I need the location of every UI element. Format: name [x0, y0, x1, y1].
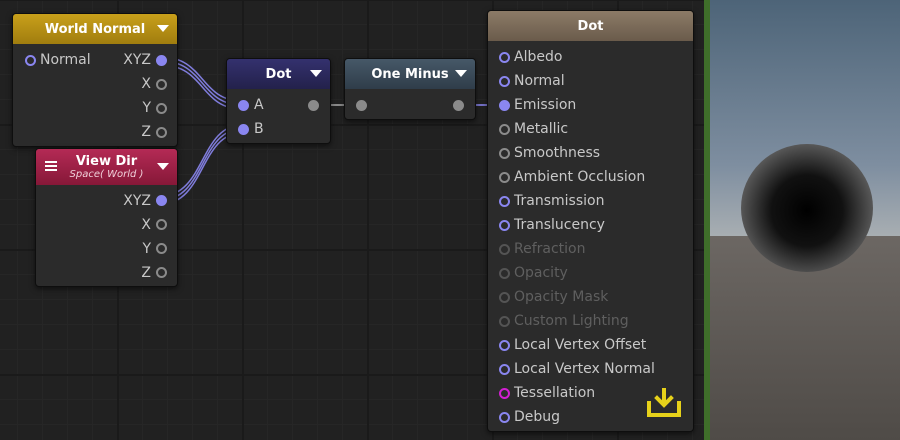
- input-port-b[interactable]: [238, 124, 249, 135]
- output-port-result[interactable]: [308, 100, 319, 111]
- input-label-smoothness: Smoothness: [514, 145, 601, 161]
- output-port-y[interactable]: [156, 243, 167, 254]
- output-port-xyz[interactable]: [156, 195, 167, 206]
- output-label-xyz: XYZ: [123, 52, 151, 68]
- input-port-albedo[interactable]: [499, 52, 510, 63]
- master-node-icon[interactable]: [646, 387, 682, 419]
- input-port-normal[interactable]: [25, 55, 36, 66]
- input-port-emission[interactable]: [499, 100, 510, 111]
- input-port-transmission[interactable]: [499, 196, 510, 207]
- input-label-a: A: [254, 97, 264, 113]
- output-port-z[interactable]: [156, 127, 167, 138]
- output-label-y: Y: [142, 100, 151, 116]
- node-title: View Dir: [75, 153, 138, 169]
- input-port-local-vertex-normal[interactable]: [499, 364, 510, 375]
- output-port-xyz[interactable]: [156, 55, 167, 66]
- input-label-normal: Normal: [514, 73, 565, 89]
- input-label-b: B: [254, 121, 264, 137]
- input-port-metallic[interactable]: [499, 124, 510, 135]
- input-port-smoothness[interactable]: [499, 148, 510, 159]
- node-dot[interactable]: Dot A B: [226, 58, 331, 144]
- input-port-tessellation[interactable]: [499, 388, 510, 399]
- input-port-opacity-mask[interactable]: [499, 292, 510, 303]
- input-label-normal: Normal: [40, 52, 91, 68]
- output-label-x: X: [141, 217, 151, 233]
- input-port-ambient-occlusion[interactable]: [499, 172, 510, 183]
- output-label-xyz: XYZ: [123, 193, 151, 209]
- input-label-refraction: Refraction: [514, 241, 586, 257]
- input-port[interactable]: [356, 100, 367, 111]
- input-port-opacity[interactable]: [499, 268, 510, 279]
- input-port-normal[interactable]: [499, 76, 510, 87]
- output-label-x: X: [141, 76, 151, 92]
- node-title: One Minus: [371, 66, 449, 82]
- node-title: Dot: [577, 18, 604, 34]
- preview-sphere[interactable]: [741, 144, 873, 272]
- input-label-debug: Debug: [514, 409, 561, 425]
- node-world-normal[interactable]: World Normal Normal XYZ X Y Z: [12, 13, 178, 147]
- input-port-custom-lighting[interactable]: [499, 316, 510, 327]
- input-label-ambient-occlusion: Ambient Occlusion: [514, 169, 646, 185]
- node-one-minus[interactable]: One Minus: [344, 58, 476, 120]
- dropdown-icon[interactable]: [310, 70, 322, 77]
- node-header[interactable]: One Minus: [345, 59, 475, 89]
- input-label-emission: Emission: [514, 97, 577, 113]
- input-port-translucency[interactable]: [499, 220, 510, 231]
- dropdown-icon[interactable]: [157, 25, 169, 32]
- input-label-metallic: Metallic: [514, 121, 569, 137]
- node-output-master[interactable]: Dot Albedo Normal Emission Metallic Smoothne…: [487, 10, 694, 432]
- output-label-z: Z: [141, 124, 151, 140]
- input-label-transmission: Transmission: [514, 193, 605, 209]
- output-port-z[interactable]: [156, 267, 167, 278]
- input-label-opacity: Opacity: [514, 265, 568, 281]
- node-title: World Normal: [44, 21, 146, 37]
- input-label-tessellation: Tessellation: [514, 385, 596, 401]
- input-label-opacity-mask: Opacity Mask: [514, 289, 609, 305]
- input-port-debug[interactable]: [499, 412, 510, 423]
- input-label-local-vertex-offset: Local Vertex Offset: [514, 337, 647, 353]
- output-port[interactable]: [453, 100, 464, 111]
- dropdown-icon[interactable]: [455, 70, 467, 77]
- input-label-albedo: Albedo: [514, 49, 563, 65]
- output-port-x[interactable]: [156, 219, 167, 230]
- node-title: Dot: [265, 66, 292, 82]
- node-header[interactable]: View Dir Space( World ): [36, 149, 177, 185]
- output-port-x[interactable]: [156, 79, 167, 90]
- node-subtitle: Space( World ): [69, 168, 144, 180]
- hamburger-icon[interactable]: [45, 161, 57, 171]
- output-label-z: Z: [141, 265, 151, 281]
- input-port-refraction[interactable]: [499, 244, 510, 255]
- node-header[interactable]: World Normal: [13, 14, 177, 44]
- node-header[interactable]: Dot: [488, 11, 693, 41]
- output-port-y[interactable]: [156, 103, 167, 114]
- node-view-dir[interactable]: View Dir Space( World ) XYZ X Y Z: [35, 148, 178, 287]
- input-port-a[interactable]: [238, 100, 249, 111]
- input-label-custom-lighting: Custom Lighting: [514, 313, 629, 329]
- input-port-local-vertex-offset[interactable]: [499, 340, 510, 351]
- input-label-translucency: Translucency: [514, 217, 605, 233]
- output-label-y: Y: [142, 241, 151, 257]
- input-label-local-vertex-normal: Local Vertex Normal: [514, 361, 655, 377]
- dropdown-icon[interactable]: [157, 163, 169, 170]
- node-header[interactable]: Dot: [227, 59, 330, 89]
